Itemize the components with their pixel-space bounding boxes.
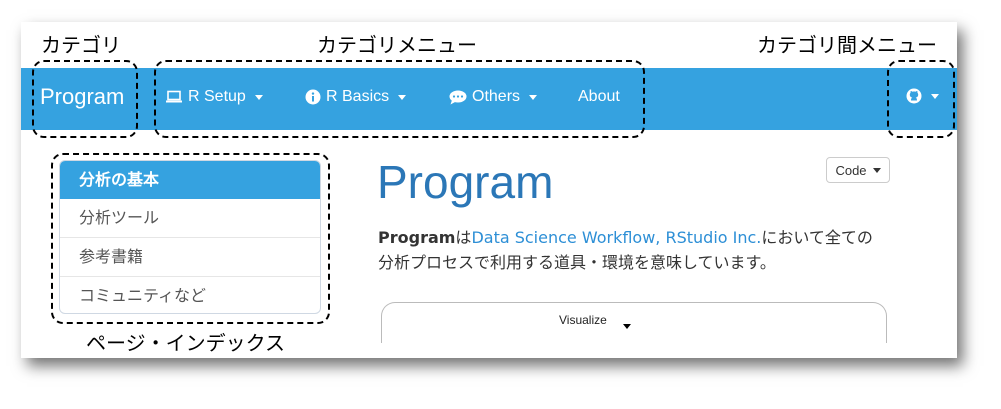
panel-label[interactable]: Visualize: [559, 313, 607, 327]
sidebar-item-books[interactable]: 参考書籍: [60, 238, 320, 277]
intro-text-2: において全ての: [761, 228, 873, 247]
annotation-box-category-menu: [154, 60, 645, 138]
intro-bold-term: Program: [378, 228, 456, 247]
callout-page-index: ページ・インデックス: [86, 331, 285, 355]
page-title: Program: [377, 156, 554, 208]
intro-text-1: は: [455, 228, 472, 247]
intro-paragraph: ProgramはData Science Workflow, RStudio I…: [378, 225, 878, 275]
sidebar-item-basics[interactable]: 分析の基本: [60, 161, 320, 199]
mouse-pointer-icon: [623, 324, 631, 329]
callout-category-menu: カテゴリメニュー: [317, 33, 477, 57]
annotation-box-category: [32, 60, 138, 138]
code-button-label: Code: [835, 162, 867, 178]
sidebar-item-tools[interactable]: 分析ツール: [60, 199, 320, 238]
workflow-panel: [381, 302, 887, 343]
callout-inter-category-menu: カテゴリ間メニュー: [757, 33, 937, 57]
page-index-sidebar: 分析の基本 分析ツール 参考書籍 コミュニティなど: [59, 160, 321, 314]
chevron-down-icon: [872, 167, 881, 173]
annotation-box-inter-category-menu: [887, 60, 955, 138]
intro-link[interactable]: Data Science Workflow, RStudio Inc.: [471, 228, 761, 247]
code-button[interactable]: Code: [826, 157, 890, 183]
intro-text-line2: 分析プロセスで利用する道具・環境を意味しています。: [378, 253, 776, 272]
callout-category: カテゴリ: [41, 33, 121, 57]
sidebar-item-community[interactable]: コミュニティなど: [60, 277, 320, 313]
